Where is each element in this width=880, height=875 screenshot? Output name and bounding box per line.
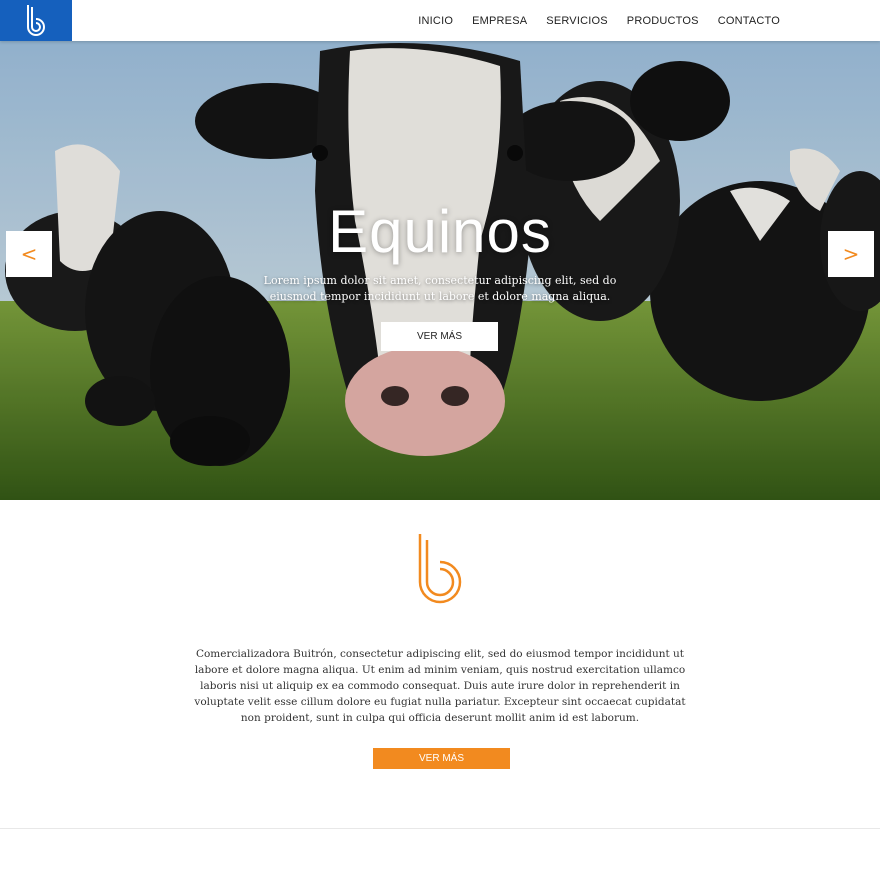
nav-item-inicio[interactable]: INICIO bbox=[418, 15, 453, 27]
section-divider bbox=[0, 828, 880, 829]
b-logo-icon bbox=[27, 4, 45, 36]
site-header: INICIO EMPRESA SERVICIOS PRODUCTOS CONTA… bbox=[0, 0, 880, 41]
hero-slider: < > Equinos Lorem ipsum dolor sit amet, … bbox=[0, 41, 880, 500]
nav-item-contacto[interactable]: CONTACTO bbox=[718, 15, 780, 27]
nav-item-productos[interactable]: PRODUCTOS bbox=[627, 15, 699, 27]
hero-more-button[interactable]: VER MÁS bbox=[381, 322, 498, 351]
hero-description: Lorem ipsum dolor sit amet, consectetur … bbox=[263, 274, 617, 303]
nav-item-servicios[interactable]: SERVICIOS bbox=[546, 15, 608, 27]
hero-title: Equinos bbox=[328, 198, 552, 265]
intro-text: Comercializadora Buitrón, consectetur ad… bbox=[194, 647, 686, 724]
site-logo[interactable] bbox=[0, 0, 72, 41]
hero-background-image bbox=[0, 41, 880, 500]
intro-more-button[interactable]: VER MÁS bbox=[373, 748, 510, 769]
brand-mark-icon bbox=[412, 530, 468, 610]
nav-item-empresa[interactable]: EMPRESA bbox=[472, 15, 527, 27]
main-nav: INICIO EMPRESA SERVICIOS PRODUCTOS CONTA… bbox=[399, 0, 780, 41]
